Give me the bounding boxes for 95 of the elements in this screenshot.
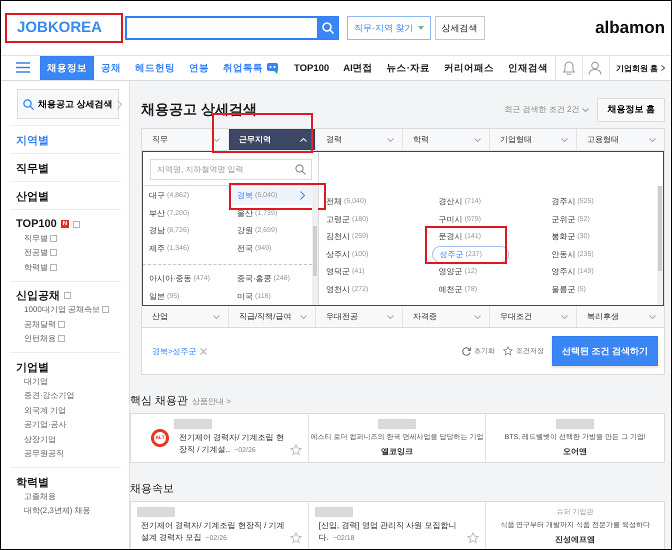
caret-icon <box>474 314 481 318</box>
dropdown-button[interactable]: 직무·지역 찾기 <box>347 16 430 40</box>
logo-placeholder <box>314 507 353 517</box>
company-name: 진성에프엠 <box>555 534 596 545</box>
filter-tab[interactable]: 산업 <box>142 306 228 327</box>
sidebar-category[interactable]: 지역별 <box>16 132 49 148</box>
filter-tab[interactable]: 직무 <box>142 129 228 150</box>
refresh-icon <box>462 346 471 356</box>
star-icon <box>502 346 513 356</box>
filter-tab[interactable]: 기업형태 <box>490 129 576 150</box>
sidebar-item[interactable]: 인턴채용 <box>24 333 56 344</box>
sidebar-category[interactable]: TOP100 <box>16 218 57 230</box>
bell-icon <box>562 61 575 75</box>
sidebar-item[interactable]: 고졸채용 <box>24 490 56 502</box>
scrollbar[interactable] <box>657 186 663 305</box>
chevron-icon <box>300 191 305 200</box>
sidebar-item[interactable]: 상장기업 <box>24 434 56 445</box>
nav-tab[interactable]: 채용정보 <box>40 56 94 80</box>
star-icon <box>467 532 480 544</box>
corporate-link[interactable]: 기업회원 홈 <box>608 56 671 80</box>
search-icon <box>295 164 306 175</box>
nav-tab[interactable]: 공채 <box>94 56 128 80</box>
caret-icon <box>561 138 568 142</box>
sidebar-category[interactable]: 직무별 <box>16 160 49 176</box>
sidebar-item[interactable]: 직무별 <box>24 232 48 244</box>
filter-tab[interactable]: 고용형태 <box>577 129 664 150</box>
section-title: 채용속보 <box>130 482 174 496</box>
sidebar-category[interactable]: 학력별 <box>16 474 49 490</box>
sidebar-item[interactable]: 공무원공직 <box>24 448 64 460</box>
sidebar-item[interactable]: 외국계 기업 <box>24 404 66 416</box>
chevron-icon <box>116 100 122 108</box>
nav-tab[interactable]: 연봉 <box>182 56 216 80</box>
sidebar-item[interactable]: 학력별 <box>24 262 48 273</box>
nav-tab[interactable]: 뉴스·자료 <box>380 56 437 80</box>
filter-tab[interactable]: 경력 <box>316 129 402 150</box>
logo-placeholder <box>378 419 416 429</box>
search-field[interactable] <box>125 16 317 40</box>
caret-icon <box>387 314 394 318</box>
partner-logo[interactable]: albamon <box>595 18 665 38</box>
home-button[interactable]: 채용정보 홈 <box>597 98 665 122</box>
caret-icon <box>387 138 394 142</box>
sidebar-item[interactable]: 중견·강소기업 <box>24 390 75 402</box>
sidebar-category[interactable]: 기업별 <box>16 360 49 374</box>
filter-tab[interactable]: 직급/직책/급여 <box>229 306 315 327</box>
star-icon <box>290 532 302 544</box>
section-title: 핵심 채용관 <box>130 394 188 408</box>
scrollbar[interactable] <box>312 186 318 305</box>
filter-tab[interactable]: 자격증 <box>403 306 489 327</box>
sidebar-item[interactable]: 대학(2,3년제) 채용 <box>24 505 91 516</box>
caret-icon <box>649 138 656 142</box>
filter-tab[interactable]: 복리후생 <box>577 306 664 327</box>
caret-icon <box>213 314 220 318</box>
detail-search-button[interactable]: 채용공고 상세검색 <box>17 89 119 119</box>
caret-icon <box>213 138 220 142</box>
filter-tab[interactable]: 근무지역 <box>229 129 315 150</box>
caret-icon <box>418 26 424 30</box>
filter-tab[interactable]: 우대조건 <box>490 306 576 327</box>
nav-tab[interactable]: TOP100 <box>287 56 336 80</box>
sidebar-item[interactable]: 1000대기업 공채속보 <box>24 304 100 316</box>
nav-tab[interactable]: 인재검색 <box>500 56 555 80</box>
search-icon <box>322 22 334 34</box>
nav-tab[interactable]: 취업톡톡 <box>216 56 287 80</box>
chevron-icon <box>661 65 665 71</box>
caret-icon <box>300 138 307 142</box>
logo-placeholder <box>556 419 594 429</box>
menu-icon <box>16 62 30 73</box>
sidebar-category[interactable]: 신입공채 <box>16 288 60 303</box>
search-button[interactable]: 선택된 조건 검색하기 <box>552 336 658 366</box>
nav-tab[interactable]: 헤드헌팅 <box>128 56 182 80</box>
sidebar-item[interactable]: 전공별 <box>24 247 48 258</box>
search-icon <box>23 98 34 110</box>
logo-placeholder <box>137 507 175 517</box>
nav-tab[interactable]: AI면접 <box>336 56 380 80</box>
filter-tab[interactable]: 우대전공 <box>316 306 402 327</box>
caret-icon <box>649 314 656 318</box>
star-icon <box>290 444 302 456</box>
logo-placeholder <box>174 419 212 429</box>
filter-tab[interactable]: 학력 <box>403 129 489 150</box>
person-icon <box>588 61 604 75</box>
sidebar-item[interactable]: 공채달력 <box>24 318 56 330</box>
sidebar-item[interactable]: 공기업·공사 <box>24 419 67 430</box>
sidebar-category[interactable]: 산업별 <box>16 188 49 204</box>
region-search-field[interactable]: 지역명, 지하철역명 입력 <box>150 159 312 180</box>
selected-condition[interactable]: 경북>성주군 <box>152 346 197 356</box>
caret-icon <box>582 108 590 112</box>
company-name: 엘코잉크 <box>380 446 413 457</box>
caret-icon <box>300 314 307 318</box>
nav-tab[interactable]: 커리어패스 <box>436 56 501 80</box>
sidebar-item[interactable]: 대기업 <box>24 376 48 387</box>
close-icon <box>200 348 207 354</box>
search-button[interactable] <box>317 16 339 40</box>
company-name: 오어앤 <box>563 446 588 457</box>
detail-search-button[interactable]: 상세검색 <box>434 16 484 40</box>
caret-icon <box>561 314 568 318</box>
caret-icon <box>474 138 481 142</box>
